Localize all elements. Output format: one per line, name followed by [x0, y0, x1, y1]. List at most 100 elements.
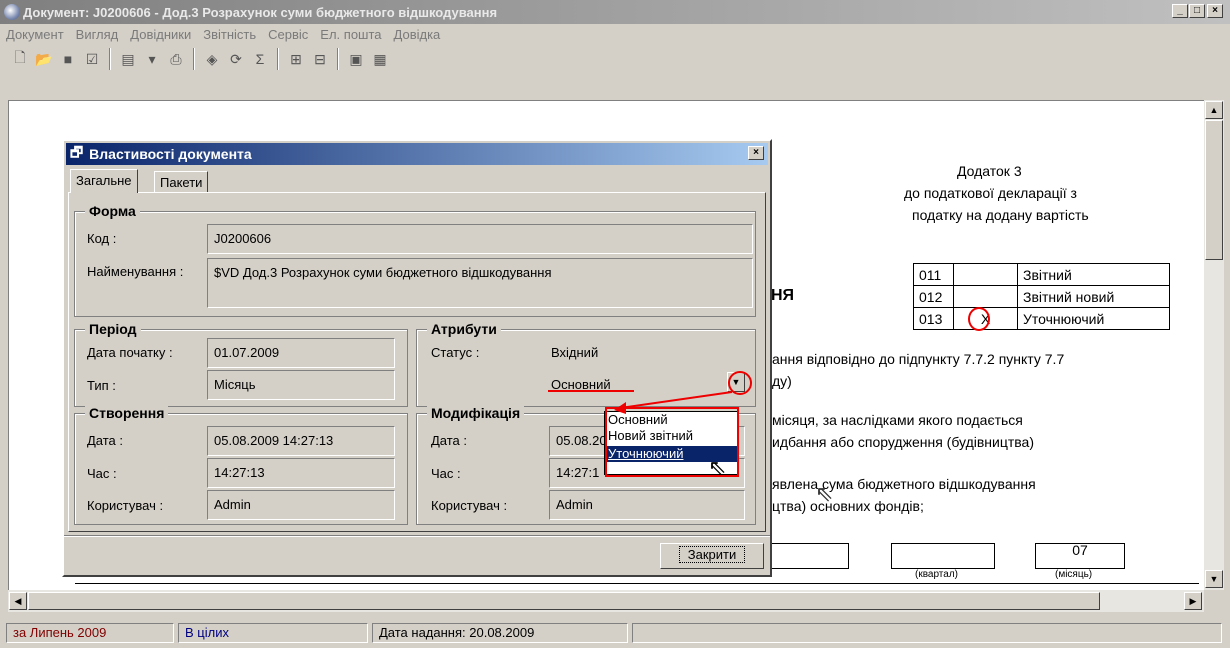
dialog-divider [64, 535, 770, 537]
heading-fragment: НЯ [771, 287, 795, 304]
toolbar-separator [109, 48, 111, 70]
recalc-icon[interactable]: ⟳ [226, 49, 246, 69]
start-date-field: 01.07.2009 [207, 338, 395, 368]
menu-reports[interactable]: Звітність [197, 27, 262, 42]
start-date-label: Дата початку : [87, 345, 173, 360]
created-user-label: Користувач : [87, 498, 164, 513]
modified-user-field: Admin [549, 490, 745, 520]
close-button-label: Закрити [678, 546, 746, 563]
toolbar-separator [277, 48, 279, 70]
modified-user-label: Користувач : [431, 498, 508, 513]
toolbar-separator [337, 48, 339, 70]
menu-help[interactable]: Довідка [388, 27, 447, 42]
insert-row-icon[interactable]: ⊞ [286, 49, 306, 69]
appendix-title: Додаток 3 [957, 163, 1022, 179]
type-field: Місяць [207, 370, 395, 400]
status-value: Вхідний [551, 345, 599, 360]
table-row: 011 Звітний [913, 263, 1170, 286]
appendix-line2: до податкової декларації з [904, 185, 1077, 201]
group-created-title: Створення [85, 405, 169, 421]
table-cell: Звітний [1017, 263, 1170, 286]
list-icon[interactable]: ▤ [118, 49, 138, 69]
print-icon[interactable]: ⎙ [166, 49, 186, 69]
table-row: 013 X Уточнюючий [913, 307, 1170, 330]
check-icon[interactable]: ☑ [82, 49, 102, 69]
window-title: Документ: J0200606 - Дод.3 Розрахунок су… [23, 4, 498, 20]
horizontal-scrollbar[interactable]: ◀ ▶ [8, 590, 1204, 612]
quarter-field[interactable] [891, 543, 995, 569]
status-submit-date: Дата надання: 20.08.2009 [372, 623, 628, 643]
table-cell[interactable] [953, 285, 1018, 308]
group-created: Створення Дата : 05.08.2009 14:27:13 Час… [74, 405, 408, 525]
delete-row-icon[interactable]: ⊟ [310, 49, 330, 69]
name-label: Найменування : [87, 264, 184, 279]
year-field[interactable] [771, 543, 849, 569]
menu-service[interactable]: Сервіс [262, 27, 314, 42]
form-icon[interactable]: ▣ [346, 49, 366, 69]
sum-icon[interactable]: Σ [250, 49, 270, 69]
group-period: Період Дата початку : 01.07.2009 Тип : М… [74, 321, 408, 407]
name-field: $VD Дод.3 Розрахунок суми бюджетного від… [207, 258, 753, 308]
type-label: Тип : [87, 378, 116, 393]
open-folder-icon[interactable]: 📂 [34, 49, 54, 69]
minimize-button[interactable]: _ [1172, 4, 1188, 18]
mouse-pointer-icon: ⇖ [815, 481, 834, 506]
scroll-thumb[interactable] [28, 592, 1100, 610]
month-field[interactable]: 07 [1035, 543, 1125, 569]
quarter-caption: (квартал) [915, 569, 959, 580]
scroll-left-icon[interactable]: ◀ [9, 592, 27, 610]
modified-date-label: Дата : [431, 433, 468, 448]
table-cell: Уточнюючий [1017, 307, 1170, 330]
table-icon[interactable]: ▦ [370, 49, 390, 69]
group-form: Форма Код : J0200606 Найменування : $VD … [74, 203, 756, 317]
created-user-field: Admin [207, 490, 395, 520]
menu-references[interactable]: Довідники [124, 27, 197, 42]
vertical-scrollbar[interactable]: ▲ ▼ [1204, 100, 1224, 590]
close-button[interactable]: Закрити [660, 543, 764, 569]
properties-icon: 🗗 [70, 144, 84, 160]
menu-email[interactable]: Ел. пошта [314, 27, 387, 42]
created-date-label: Дата : [87, 433, 124, 448]
paragraph-text: ду) [772, 373, 792, 389]
created-date-field: 05.08.2009 14:27:13 [207, 426, 395, 456]
table-cell[interactable] [953, 263, 1018, 286]
scroll-thumb[interactable] [1205, 120, 1223, 260]
dialog-titlebar: 🗗 Властивості документа × [66, 143, 768, 165]
group-period-title: Період [85, 321, 141, 337]
close-dialog-icon[interactable]: × [748, 146, 764, 160]
validate-icon[interactable]: ◈ [202, 49, 222, 69]
group-modified-title: Модифікація [427, 405, 525, 421]
status-period: за Липень 2009 [6, 623, 174, 643]
scroll-right-icon[interactable]: ▶ [1184, 592, 1202, 610]
paragraph-text: місяця, за наслідками якого подається [772, 412, 1023, 428]
paragraph-text: явлена сума бюджетного відшкодування [772, 476, 1036, 492]
appendix-line3: податку на додану вартість [912, 207, 1089, 223]
group-attributes-title: Атрибути [427, 321, 501, 337]
tab-packages[interactable]: Пакети [154, 171, 209, 193]
month-caption: (місяць) [1055, 569, 1093, 580]
table-border [75, 583, 1199, 584]
tab-general[interactable]: Загальне [70, 169, 138, 193]
statusbar: за Липень 2009 В цілих Дата надання: 20.… [0, 620, 1230, 646]
created-time-field: 14:27:13 [207, 458, 395, 488]
scroll-up-icon[interactable]: ▲ [1205, 101, 1223, 119]
modified-time-label: Час : [431, 466, 461, 481]
menu-document[interactable]: Документ [0, 27, 70, 42]
save-icon[interactable]: ■ [58, 49, 78, 69]
paragraph-text: ання відповідно до підпункту 7.7.2 пункт… [772, 351, 1065, 367]
annotation-arrow [614, 391, 733, 414]
dropdown-icon[interactable]: ▾ [142, 49, 162, 69]
table-cell: Звітний новий [1017, 285, 1170, 308]
menu-view[interactable]: Вигляд [70, 27, 125, 42]
code-field: J0200606 [207, 224, 753, 254]
toolbar-separator [193, 48, 195, 70]
menubar: Документ Вигляд Довідники Звітність Серв… [0, 24, 1230, 44]
created-time-label: Час : [87, 466, 117, 481]
code-label: Код : [87, 231, 117, 246]
new-document-icon[interactable]: 🗋 [10, 49, 30, 69]
table-cell: 013 [913, 307, 954, 330]
scroll-down-icon[interactable]: ▼ [1205, 570, 1223, 588]
app-icon [4, 4, 20, 20]
close-window-button[interactable]: × [1207, 4, 1223, 18]
maximize-button[interactable]: □ [1189, 4, 1205, 18]
